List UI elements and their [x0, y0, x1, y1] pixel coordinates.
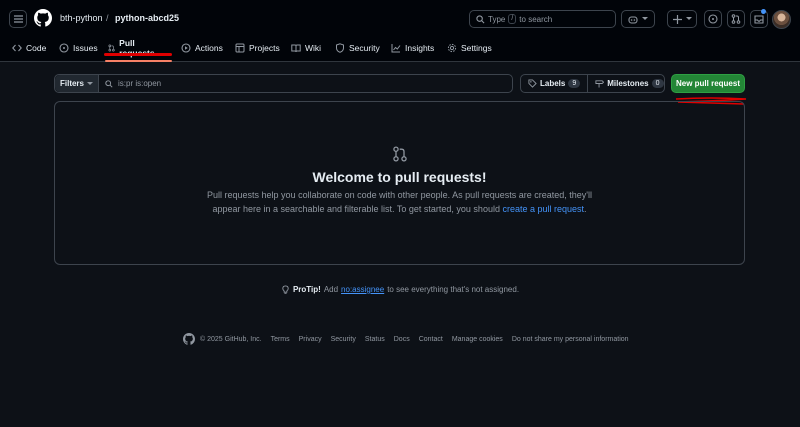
graph-icon — [391, 44, 401, 53]
tab-security[interactable]: Security — [335, 38, 380, 58]
search-input[interactable]: Type / to search — [469, 10, 616, 28]
tab-code[interactable]: Code — [12, 38, 46, 58]
footer-link-docs[interactable]: Docs — [394, 336, 410, 343]
owner-link[interactable]: bth-python — [60, 13, 103, 23]
github-logo-icon[interactable] — [34, 9, 52, 27]
blankslate-line-2-text: appear here in a searchable and filterab… — [212, 204, 500, 214]
blankslate-title: Welcome to pull requests! — [312, 169, 487, 185]
plus-icon — [672, 14, 682, 24]
chevron-down-icon — [685, 17, 692, 20]
top-bar: bth-python / python-abcd25 Type / to sea… — [0, 0, 800, 36]
repo-link[interactable]: python-abcd25 — [115, 13, 179, 23]
milestones-count: 0 — [651, 79, 664, 88]
book-icon — [291, 44, 301, 53]
hamburger-icon — [13, 15, 23, 23]
issue-icon — [59, 43, 69, 53]
filter-bar: Filters is:pr is:open — [54, 74, 513, 93]
blankslate-line-2: appear here in a searchable and filterab… — [54, 202, 745, 216]
footer-link-contact[interactable]: Contact — [419, 336, 443, 343]
search-icon — [476, 14, 485, 23]
blankslate-line-1: Pull requests help you collaborate on co… — [207, 190, 592, 200]
light-bulb-icon — [282, 285, 289, 294]
notification-dot — [761, 9, 766, 14]
shield-icon — [336, 43, 344, 53]
new-pull-request-button[interactable]: New pull request — [671, 74, 745, 93]
filter-search-input[interactable]: is:pr is:open — [99, 75, 512, 92]
filters-label: Filters — [59, 79, 84, 88]
tab-insights[interactable]: Insights — [391, 38, 434, 58]
pull-request-icon — [393, 146, 407, 162]
chevron-down-icon — [642, 17, 648, 20]
footer-link-status[interactable]: Status — [365, 336, 385, 343]
protip-label: ProTip! — [292, 285, 321, 294]
blankslate-description: Pull requests help you collaborate on co… — [54, 188, 745, 216]
tab-actions[interactable]: Actions — [181, 38, 223, 58]
filters-button[interactable]: Filters — [55, 75, 99, 92]
tab-label: Code — [26, 43, 47, 53]
create-new-button[interactable] — [667, 10, 697, 28]
no-assignee-link[interactable]: no:assignee — [341, 285, 384, 294]
tab-label: Wiki — [305, 43, 322, 53]
annotation-underline-tab — [104, 53, 172, 56]
labels-milestones-group: Labels 9 Milestones 0 — [520, 74, 665, 93]
tab-label: Issues — [73, 43, 98, 53]
tab-label: Security — [349, 43, 380, 53]
footer-link-privacy[interactable]: Privacy — [299, 336, 322, 343]
milestones-label: Milestones — [607, 79, 649, 88]
footer-link-manage-cookies[interactable]: Manage cookies — [452, 336, 503, 343]
play-icon — [181, 43, 191, 53]
footer: © 2025 GitHub, Inc. Terms Privacy Securi… — [183, 332, 638, 346]
labels-button[interactable]: Labels 9 — [521, 75, 587, 92]
protip-after: to see everything that's not assigned. — [387, 285, 520, 294]
pull-requests-shortcut-button[interactable] — [727, 10, 745, 28]
pull-request-icon — [108, 44, 115, 52]
table-icon — [235, 43, 245, 53]
tab-issues[interactable]: Issues — [59, 38, 98, 58]
tab-label: Settings — [461, 43, 492, 53]
copilot-icon — [628, 15, 638, 24]
search-shortcut-key: / — [508, 14, 517, 24]
create-pull-request-link[interactable]: create a pull request — [502, 204, 584, 214]
footer-link-security[interactable]: Security — [331, 336, 356, 343]
breadcrumb-separator: / — [106, 13, 109, 23]
active-tab-underline — [105, 60, 172, 62]
menu-button[interactable] — [9, 10, 27, 28]
github-logo-icon[interactable] — [183, 333, 195, 345]
protip-before: Add — [323, 285, 339, 294]
gear-icon — [447, 43, 457, 53]
filter-query: is:pr is:open — [118, 79, 162, 88]
footer-link-terms[interactable]: Terms — [271, 336, 290, 343]
search-placeholder-before: Type — [488, 14, 506, 24]
tab-label: Projects — [249, 43, 280, 53]
pull-request-icon — [731, 14, 741, 24]
issues-shortcut-button[interactable] — [704, 10, 722, 28]
protip: ProTip! Add no:assignee to see everythin… — [0, 285, 800, 294]
labels-label: Labels — [540, 79, 566, 88]
tab-label: Insights — [405, 43, 435, 53]
search-icon — [105, 79, 113, 88]
tab-wiki[interactable]: Wiki — [291, 38, 321, 58]
tab-settings[interactable]: Settings — [447, 38, 492, 58]
chevron-down-icon — [87, 81, 93, 85]
copilot-button[interactable] — [621, 10, 655, 28]
issue-icon — [708, 14, 718, 24]
labels-count: 9 — [568, 79, 581, 88]
avatar[interactable] — [772, 10, 791, 29]
footer-copyright: © 2025 GitHub, Inc. — [200, 335, 262, 343]
tag-icon — [528, 79, 537, 88]
milestones-button[interactable]: Milestones 0 — [587, 75, 670, 92]
tab-label: Actions — [195, 43, 223, 53]
milestone-icon — [595, 80, 605, 88]
blankslate-line-2-end: . — [584, 204, 587, 214]
inbox-icon — [754, 14, 764, 24]
tab-projects[interactable]: Projects — [235, 38, 280, 58]
code-icon — [12, 44, 22, 52]
search-placeholder-after: to search — [519, 14, 553, 24]
footer-link-do-not-share[interactable]: Do not share my personal information — [512, 336, 629, 343]
